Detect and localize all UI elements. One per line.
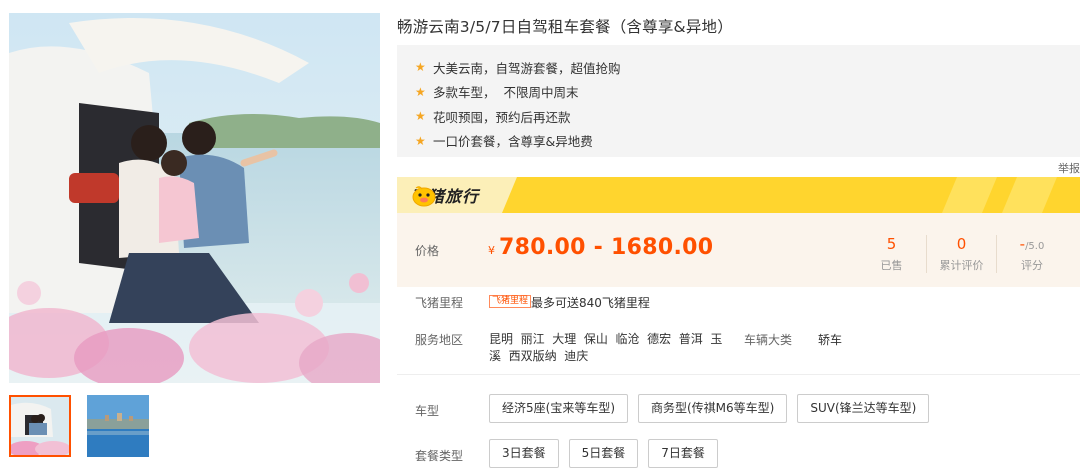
feature-item: ★ 大美云南，自驾游套餐，超值抢购	[415, 55, 1080, 80]
car-model-option-suv[interactable]: SUV(锋兰达等车型)	[797, 394, 930, 423]
miles-tag: 飞猪里程	[489, 295, 532, 308]
feature-item: ★ 一口价套餐，含尊享&异地费	[415, 129, 1080, 154]
brand-banner: 飞猪旅行	[397, 177, 1080, 213]
miles-row: 飞猪里程 飞猪里程 最多可送840飞猪里程	[415, 294, 650, 311]
feature-item: ★ 多款车型， 不限周中周末	[415, 80, 1080, 105]
feature-text: 多款车型， 不限周中周末	[433, 85, 579, 101]
report-link[interactable]: 举报	[1058, 160, 1080, 176]
car-model-options: 经济5座(宝来等车型) 商务型(传祺M6等车型) SUV(锋兰达等车型)	[489, 394, 930, 423]
vehicle-category-value: 轿车	[818, 333, 843, 347]
product-title: 畅游云南3/5/7日自驾租车套餐（含尊享&异地）	[397, 18, 733, 36]
stat-value: 5	[886, 235, 897, 253]
stat-label: 已售	[880, 259, 903, 272]
stat-suffix: /5.0	[1025, 241, 1045, 252]
package-option-3day[interactable]: 3日套餐	[489, 439, 559, 468]
package-options: 3日套餐 5日套餐 7日套餐	[489, 439, 718, 468]
stat-value: 0	[956, 235, 967, 253]
package-option-5day[interactable]: 5日套餐	[568, 439, 639, 468]
feature-item: ★ 花呗预囤，预约后再还款	[415, 104, 1080, 129]
feature-text: 花呗预囤，预约后再还款	[433, 109, 571, 125]
service-area-line: 昆明 丽江 大理 保山 临沧 德宏 普洱 玉	[489, 332, 723, 346]
package-type-label: 套餐类型	[415, 449, 464, 463]
stat-sold: 5 已售	[857, 235, 927, 273]
star-icon: ★	[415, 133, 426, 148]
currency-symbol: ¥	[488, 244, 495, 257]
car-model-label: 车型	[415, 404, 440, 418]
service-area-line: 溪 西双版纳 迪庆	[489, 349, 589, 363]
stat-label: 评分	[1021, 259, 1043, 272]
service-area-label: 服务地区	[415, 333, 464, 347]
main-product-photo	[9, 13, 380, 383]
divider	[397, 374, 1080, 375]
fliggy-pig-icon	[412, 186, 436, 207]
car-model-option-economy[interactable]: 经济5座(宝来等车型)	[489, 394, 628, 423]
stat-reviews[interactable]: 0 累计评价	[927, 235, 997, 273]
price-value: 780.00 - 1680.00	[499, 235, 714, 260]
miles-label: 飞猪里程	[415, 296, 464, 310]
fliggy-logo: 飞猪旅行	[411, 183, 479, 207]
vehicle-category-label: 车辆大类	[744, 333, 793, 347]
service-area-list: 昆明 丽江 大理 保山 临沧 德宏 普洱 玉 溪 西双版纳 迪庆	[489, 331, 729, 365]
price-panel: 价格 ¥ 780.00 - 1680.00 5 已售 0 累计评价 -/5.0 …	[397, 213, 1080, 287]
thumbnail-strip	[9, 395, 149, 457]
miles-text: 最多可送840飞猪里程	[531, 296, 650, 310]
star-icon: ★	[415, 84, 426, 99]
sales-stats: 5 已售 0 累计评价 -/5.0 评分	[857, 235, 1067, 273]
star-icon: ★	[415, 60, 426, 75]
feature-highlights: ★ 大美云南，自驾游套餐，超值抢购 ★ 多款车型， 不限周中周末 ★ 花呗预囤，…	[397, 45, 1080, 157]
feature-text: 大美云南，自驾游套餐，超值抢购	[433, 60, 621, 76]
star-icon: ★	[415, 109, 426, 124]
thumbnail-lake-town[interactable]	[87, 395, 149, 457]
stat-label: 累计评价	[939, 259, 984, 272]
price-range: ¥ 780.00 - 1680.00	[488, 235, 713, 260]
package-option-7day[interactable]: 7日套餐	[648, 439, 718, 468]
price-label: 价格	[415, 244, 440, 258]
car-model-option-business[interactable]: 商务型(传祺M6等车型)	[638, 394, 788, 423]
feature-text: 一口价套餐，含尊享&异地费	[433, 134, 593, 150]
stat-rating: -/5.0 评分	[997, 235, 1067, 273]
thumbnail-family-car[interactable]	[9, 395, 71, 457]
